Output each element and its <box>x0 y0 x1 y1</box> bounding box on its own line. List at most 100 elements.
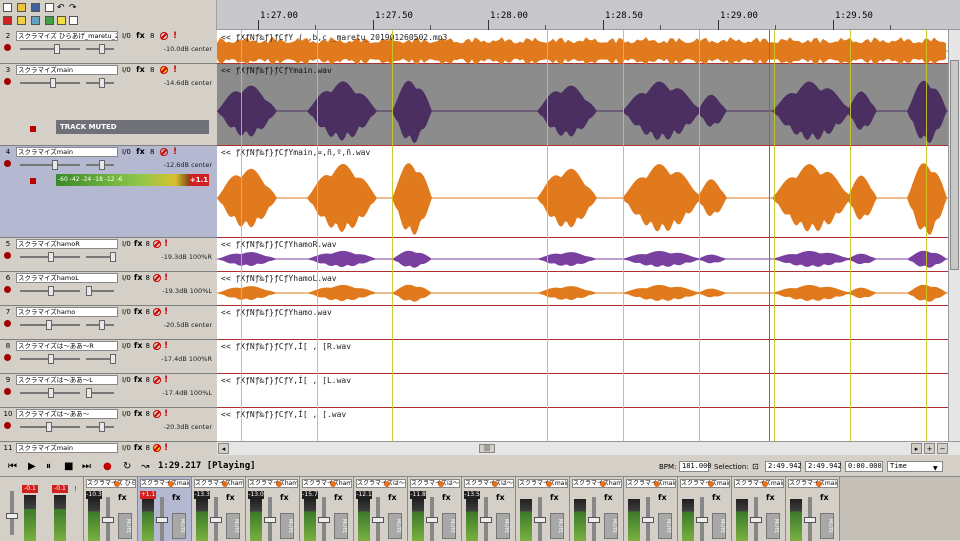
mute-button[interactable]: MUTE <box>388 513 402 539</box>
record-arm-button[interactable] <box>4 320 11 327</box>
track-lane[interactable]: << ƒXƒNƒ‰ƒ}ƒCƒYmain.wav <box>217 64 948 146</box>
fx-button[interactable]: fx <box>712 493 721 502</box>
io-button[interactable]: I/0 <box>122 308 131 316</box>
arrange-view[interactable]: << ƒXƒNƒ‰ƒ}ƒCƒY ( ,b,c _maretu_201901260… <box>217 30 948 441</box>
fx-button[interactable]: fx <box>136 147 145 156</box>
phase-button[interactable]: 8 <box>150 148 154 156</box>
fx-button[interactable]: fx <box>134 409 143 418</box>
mute-icon[interactable] <box>159 148 168 156</box>
solo-button[interactable]: ! <box>173 65 177 75</box>
track-lane[interactable]: << ƒXƒNƒ‰ƒ}ƒCƒYhamo.wav <box>217 306 948 340</box>
mute-icon[interactable] <box>159 32 168 40</box>
record-arm-icon[interactable] <box>654 481 660 487</box>
volume-slider[interactable] <box>20 422 80 432</box>
record-arm-icon[interactable] <box>492 481 498 487</box>
mixer-fader[interactable] <box>156 497 168 541</box>
record-arm-icon[interactable] <box>276 481 282 487</box>
track-header[interactable]: 11 スクラマイズmain I/0 fx 8! <box>0 442 217 455</box>
waveform-item[interactable] <box>217 146 948 238</box>
track-name-field[interactable]: スクラマイズ ひらあげ_maretu_20 <box>16 31 118 41</box>
phase-button[interactable]: 8 <box>146 274 150 282</box>
mixer-strip[interactable]: スクラマイズは～a -13.5 fx MUTE <box>462 477 516 541</box>
track-name-field[interactable]: スクラマイズmain <box>16 443 118 453</box>
track-header[interactable]: 10 スクラマイズは～ああ～ I/0 fx 8! -20.3dB center <box>0 408 217 442</box>
fx-button[interactable]: fx <box>496 493 505 502</box>
pan-slider[interactable] <box>86 422 114 432</box>
new-project-icon[interactable] <box>3 3 12 12</box>
vertical-scrollbar[interactable] <box>948 30 960 441</box>
io-button[interactable]: I/0 <box>122 410 131 418</box>
chevron-down-icon[interactable]: ▼ <box>933 463 938 474</box>
mute-button[interactable]: MUTE <box>820 513 834 539</box>
fx-button[interactable]: fx <box>388 493 397 502</box>
record-arm-button[interactable] <box>4 78 11 85</box>
mute-button[interactable]: MUTE <box>604 513 618 539</box>
pan-slider[interactable] <box>86 252 116 262</box>
record-arm-button[interactable] <box>4 388 11 395</box>
selection-end-field[interactable]: 2:49.942 <box>805 461 842 472</box>
mixer-fader[interactable] <box>480 497 492 541</box>
fx-button[interactable]: fx <box>134 307 143 316</box>
mute-button[interactable]: MUTE <box>172 513 186 539</box>
solo-button[interactable]: ! <box>164 239 168 249</box>
fx-button[interactable]: fx <box>134 239 143 248</box>
record-arm-icon[interactable] <box>816 481 822 487</box>
bpm-field[interactable]: 181.000 <box>679 461 712 472</box>
mixer-strip-name[interactable]: スクラマイズmain <box>518 479 568 488</box>
pan-slider[interactable] <box>86 44 114 54</box>
mixer-strip[interactable]: スクラマイズhamo -13.3 fx MUTE <box>192 477 246 541</box>
mixer-strip-name[interactable]: スクラマイズは～a <box>410 479 460 488</box>
mixer-fader[interactable] <box>750 497 762 541</box>
volume-slider[interactable] <box>20 252 80 262</box>
fx-button[interactable]: fx <box>604 493 613 502</box>
track-name-field[interactable]: スクラマイズhamoR <box>16 239 118 249</box>
fx-button[interactable]: fx <box>658 493 667 502</box>
pan-slider[interactable] <box>86 354 116 364</box>
mixer-strip[interactable]: スクラマイズmain +1.1 fx MUTE <box>138 477 192 541</box>
mixer-fader[interactable] <box>804 497 816 541</box>
vertical-scroll-thumb[interactable] <box>950 60 959 270</box>
fx-button[interactable]: fx <box>280 493 289 502</box>
mixer-strip-name[interactable]: スクラマイズmain <box>734 479 784 488</box>
record-arm-icon[interactable] <box>330 481 336 487</box>
track-name-field[interactable]: スクラマイズは～ああ～R <box>16 341 118 351</box>
metronome-icon[interactable] <box>3 16 12 25</box>
record-arm-icon[interactable] <box>114 481 120 487</box>
record-icon[interactable]: ● <box>103 461 112 472</box>
record-arm-button[interactable] <box>4 252 11 259</box>
redo-icon[interactable]: ↷ <box>69 3 78 13</box>
track-header[interactable]: 5 スクラマイズhamoR I/0 fx 8! -19.3dB 100%R <box>0 238 217 272</box>
mixer-strip-name[interactable]: スクラマイズ ひら <box>86 479 136 488</box>
fx-button[interactable]: fx <box>766 493 775 502</box>
pause-icon[interactable]: ⏸ <box>46 461 51 472</box>
speaker-icon[interactable] <box>30 178 36 184</box>
fx-button[interactable]: fx <box>550 493 559 502</box>
pan-slider[interactable] <box>86 78 114 88</box>
fx-button[interactable]: fx <box>334 493 343 502</box>
solo-button[interactable]: ! <box>173 147 177 157</box>
track-lane[interactable]: << ƒXƒNƒ‰ƒ}ƒCƒY,Í[ , [.wav <box>217 408 948 441</box>
fx-button[interactable]: fx <box>442 493 451 502</box>
mute-icon[interactable] <box>159 66 168 74</box>
track-header[interactable]: 3 スクラマイズmain I/0 fx 8 ! -14.6dB center T… <box>0 64 217 146</box>
mixer-strip-name[interactable]: スクラマイズは～a <box>356 479 406 488</box>
fx-button[interactable]: fx <box>136 65 145 74</box>
mute-icon[interactable] <box>153 444 161 452</box>
io-button[interactable]: I/0 <box>122 32 131 40</box>
mute-button[interactable]: MUTE <box>550 513 564 539</box>
mixer-strip[interactable]: スクラマイズは～a -11.8 fx MUTE <box>408 477 462 541</box>
mixer-strip-name[interactable]: スクラマイズは～a <box>464 479 514 488</box>
record-arm-button[interactable] <box>4 422 11 429</box>
selection-lock-icon[interactable]: ⊡ <box>752 461 759 472</box>
timeline-ruler[interactable]: 1:27.00 1:27.50 1:28.00 1:28.50 1:29.00 … <box>217 0 960 30</box>
record-arm-icon[interactable] <box>600 481 606 487</box>
track-header[interactable]: 9 スクラマイズは～ああ～L I/0 fx 8! -17.4dB 100%L <box>0 374 217 408</box>
record-arm-icon[interactable] <box>762 481 768 487</box>
mute-icon[interactable] <box>153 308 161 316</box>
track-header[interactable]: 4 スクラマイズmain I/0 fx 8 ! -12.6dB center -… <box>0 146 217 238</box>
record-arm-button[interactable] <box>4 354 11 361</box>
mixer-fader[interactable] <box>426 497 438 541</box>
mixer-strip-name[interactable]: スクラマイズhamo <box>572 479 622 488</box>
track-header[interactable]: 8 スクラマイズは～ああ～R I/0 fx 8! -17.4dB 100%R <box>0 340 217 374</box>
mute-button[interactable]: MUTE <box>496 513 510 539</box>
